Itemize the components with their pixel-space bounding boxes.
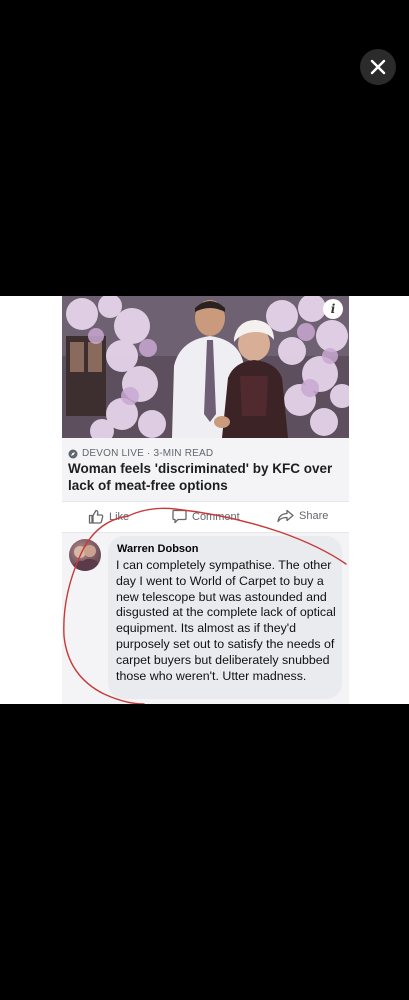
post-actions: Like Comment Share [62, 501, 349, 533]
source-label: DEVON LIVE · 3-MIN READ [82, 448, 214, 459]
share-button[interactable]: Share [277, 509, 328, 523]
couple-photo [62, 296, 349, 438]
share-icon [277, 509, 294, 523]
comment-label: Comment [192, 510, 240, 523]
article-source: DEVON LIVE · 3-MIN READ [68, 448, 213, 459]
share-label: Share [299, 510, 329, 522]
info-icon[interactable]: i [323, 299, 343, 319]
like-label: Like [109, 510, 130, 523]
comment-text: I can completely sympathise. The other d… [116, 558, 336, 683]
avatar-image [71, 545, 100, 571]
compass-icon [68, 449, 78, 458]
screenshot-image: i DEVON LIVE · 3-MIN READ Woman feels 'd… [0, 296, 409, 704]
like-button[interactable]: Like [88, 509, 129, 524]
comment-author[interactable]: Warren Dobson [117, 543, 199, 555]
comment-button[interactable]: Comment [172, 509, 240, 524]
article-headline[interactable]: Woman feels 'discriminated' by KFC over … [68, 460, 344, 494]
avatar[interactable] [69, 539, 101, 571]
thumbs-up-icon [88, 509, 104, 524]
article-photo[interactable]: i [62, 296, 349, 438]
comment-icon [172, 509, 187, 524]
close-button[interactable] [360, 49, 396, 85]
close-icon [370, 59, 386, 75]
